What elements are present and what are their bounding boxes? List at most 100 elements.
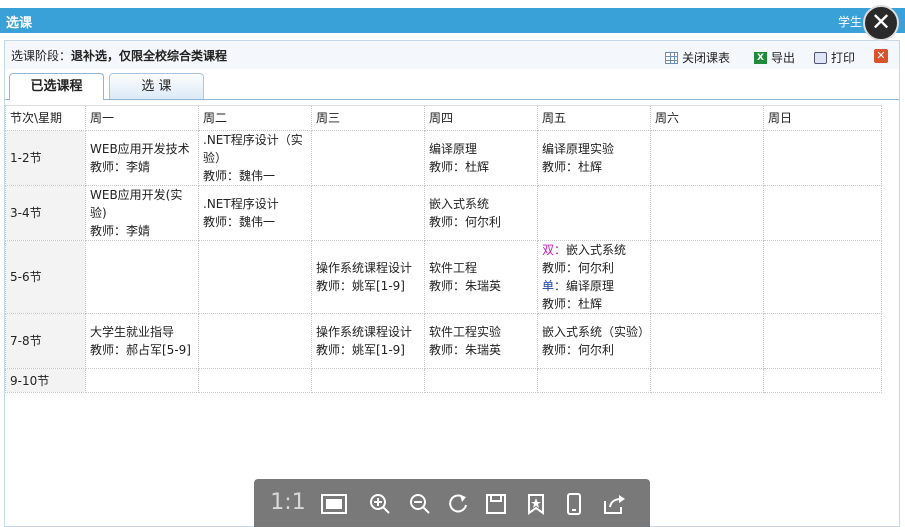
course-name: 嵌入式系统	[429, 197, 490, 211]
dialog-title: 选课	[6, 16, 33, 31]
course-cell[interactable]: 编译原理实验 教师：杜辉	[537, 130, 651, 186]
teacher-name: 教师：李婧	[90, 224, 151, 238]
course-name: WEB应用开发(实验)	[90, 188, 183, 220]
save-icon[interactable]	[478, 489, 514, 517]
rotate-icon[interactable]	[440, 489, 476, 517]
teacher-name: 教师：朱瑞英	[429, 279, 502, 293]
teacher-name: 教师：何尔利	[542, 261, 615, 275]
table-row: 9-10节	[5, 368, 882, 393]
empty-cell	[311, 130, 425, 186]
tab-selected-courses[interactable]: 已选课程	[9, 73, 104, 100]
zoom-out-icon[interactable]	[402, 489, 438, 517]
course-cell[interactable]: 编译原理 教师：杜辉	[424, 130, 538, 186]
empty-cell	[763, 130, 882, 186]
close-viewer-icon[interactable]: ✕	[863, 5, 899, 41]
dialog-titlebar: 选课 学生	[0, 8, 905, 33]
course-cell[interactable]: .NET程序设计（实验） 教师：魏伟一	[198, 130, 312, 186]
course-cell[interactable]: WEB应用开发(实验) 教师：李婧	[85, 185, 199, 241]
actual-size-button[interactable]: 1:1	[270, 489, 306, 517]
close-schedule-label: 关闭课表	[682, 51, 731, 65]
course-cell[interactable]: 软件工程实验 教师：朱瑞英	[424, 313, 538, 369]
header-fri: 周五	[537, 105, 651, 131]
course-name: .NET程序设计	[203, 197, 279, 211]
teacher-name: 教师：杜辉	[429, 160, 490, 174]
course-cell[interactable]: 双：嵌入式系统 教师：何尔利 单：编译原理 教师：杜辉	[537, 240, 651, 314]
share-icon[interactable]	[596, 489, 632, 517]
tab-bar: 已选课程 选 课	[5, 72, 899, 100]
empty-cell	[85, 240, 199, 314]
header-wed: 周三	[311, 105, 425, 131]
close-schedule-button[interactable]: 关闭课表	[665, 49, 730, 66]
empty-cell	[198, 240, 312, 314]
course-name: 操作系统课程设计	[316, 325, 413, 339]
empty-cell	[198, 313, 312, 369]
course-cell[interactable]: 嵌入式系统（实验） 教师：何尔利	[537, 313, 651, 369]
empty-cell	[763, 240, 882, 314]
empty-cell	[537, 368, 651, 393]
print-label: 打印	[831, 51, 856, 65]
teacher-name: 教师：何尔利	[429, 215, 502, 229]
course-selection-panel: 选课阶段：退补选，仅限全校综合类课程 关闭课表 X 导出 打印 ✕ 已选课程 选…	[4, 40, 900, 527]
user-label: 学生	[838, 15, 863, 29]
teacher-name: 教师：何尔利	[542, 343, 615, 357]
header-thu: 周四	[424, 105, 538, 131]
course-cell[interactable]: 操作系统课程设计 教师：姚军[1-9]	[311, 240, 425, 314]
bookmark-icon[interactable]	[518, 489, 554, 517]
course-name: WEB应用开发技术	[90, 142, 190, 156]
print-button[interactable]: 打印	[814, 49, 855, 66]
header-sat: 周六	[650, 105, 764, 131]
schedule-table: 节次\星期 周一 周二 周三 周四 周五 周六 周日 1-2节 WEB应用开发技…	[5, 105, 882, 393]
empty-cell	[650, 313, 764, 369]
course-cell[interactable]: .NET程序设计 教师：魏伟一	[198, 185, 312, 241]
course-name: 编译原理实验	[542, 142, 615, 156]
empty-cell	[650, 185, 764, 241]
empty-cell	[311, 368, 425, 393]
course-cell[interactable]: WEB应用开发技术 教师：李婧	[85, 130, 199, 186]
course-name: 嵌入式系统（实验）	[542, 325, 651, 339]
header-tue: 周二	[198, 105, 312, 131]
teacher-name: 教师：朱瑞英	[429, 343, 502, 357]
table-row: 3-4节 WEB应用开发(实验) 教师：李婧 .NET程序设计 教师：魏伟一 嵌入式…	[5, 185, 882, 241]
fit-window-icon[interactable]	[316, 489, 352, 517]
slot-label: 9-10节	[5, 368, 86, 393]
course-cell[interactable]: 大学生就业指导 教师：郝占军[5-9]	[85, 313, 199, 369]
course-name: 软件工程实验	[429, 325, 502, 339]
tab-select-course[interactable]: 选 课	[109, 73, 204, 99]
teacher-name: 教师：李婧	[90, 160, 151, 174]
table-row: 7-8节 大学生就业指导 教师：郝占军[5-9] 操作系统课程设计 教师：姚军[1-…	[5, 313, 882, 369]
mobile-icon[interactable]	[556, 489, 592, 517]
excel-icon: X	[754, 51, 767, 64]
stage-value: 退补选，仅限全校综合类课程	[71, 49, 228, 63]
teacher-name: 教师：姚军[1-9]	[316, 343, 405, 357]
table-row: 1-2节 WEB应用开发技术 教师：李婧 .NET程序设计（实验） 教师：魏伟一 编…	[5, 130, 882, 186]
course-cell[interactable]: 软件工程教师：朱瑞英	[424, 240, 538, 314]
close-panel-icon[interactable]: ✕	[874, 49, 888, 63]
course-name: 操作系统课程设计	[316, 261, 413, 275]
teacher-name: 教师：魏伟一	[203, 215, 276, 229]
empty-cell	[650, 368, 764, 393]
stage-label: 选课阶段：	[11, 49, 72, 63]
export-label: 导出	[771, 51, 796, 65]
teacher-name: 教师：杜辉	[542, 160, 603, 174]
stage-info: 选课阶段：退补选，仅限全校综合类课程	[11, 47, 227, 64]
course-cell[interactable]: 嵌入式系统教师：何尔利	[424, 185, 538, 241]
odd-week-entry: 单：编译原理	[542, 277, 646, 295]
even-week-prefix: 双：	[542, 243, 567, 257]
course-name: 嵌入式系统	[566, 243, 627, 257]
zoom-in-icon[interactable]	[362, 489, 398, 517]
export-button[interactable]: X 导出	[754, 49, 795, 66]
slot-label: 3-4节	[5, 185, 86, 241]
course-cell[interactable]: 操作系统课程设计 教师：姚军[1-9]	[311, 313, 425, 369]
table-icon	[665, 51, 678, 64]
odd-week-prefix: 单：	[542, 279, 567, 293]
table-header-row: 节次\星期 周一 周二 周三 周四 周五 周六 周日	[5, 105, 882, 131]
course-name: 编译原理	[566, 279, 615, 293]
empty-cell	[763, 185, 882, 241]
empty-cell	[198, 368, 312, 393]
empty-cell	[311, 185, 425, 241]
course-name: 软件工程	[429, 261, 478, 275]
empty-cell	[424, 368, 538, 393]
teacher-name: 教师：魏伟一	[203, 169, 276, 183]
empty-cell	[85, 368, 199, 393]
empty-cell	[763, 368, 882, 393]
